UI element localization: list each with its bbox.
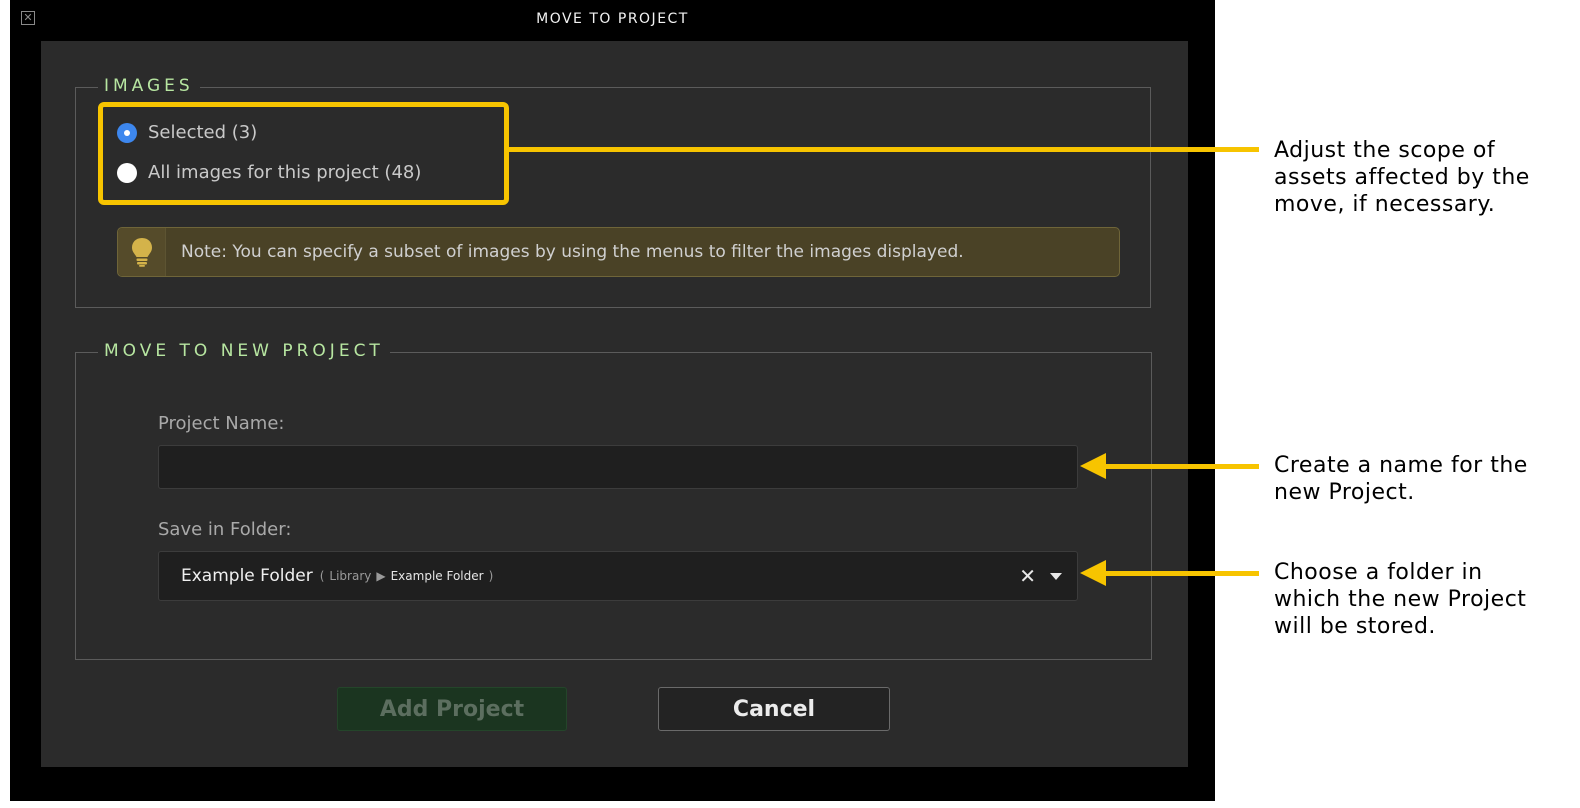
folder-path-root: Library	[329, 569, 372, 583]
new-project-legend: MOVE TO NEW PROJECT	[98, 337, 390, 365]
annotation-line: Create a name for the	[1274, 453, 1528, 478]
scope-highlight-box	[98, 102, 509, 205]
annotation-line: Adjust the scope of	[1274, 138, 1496, 163]
project-name-label: Project Name:	[158, 413, 285, 434]
dialog-title: MOVE TO PROJECT	[536, 11, 689, 27]
save-in-folder-label: Save in Folder:	[158, 519, 292, 540]
name-annotation: Create a name for the new Project.	[1274, 452, 1528, 506]
folder-callout-arrowhead	[1080, 560, 1106, 586]
cancel-button[interactable]: Cancel	[658, 687, 890, 731]
folder-path: ( Library ▶ Example Folder )	[320, 569, 494, 583]
name-callout-line	[1102, 464, 1259, 469]
name-callout-arrowhead	[1080, 453, 1106, 479]
annotation-line: Choose a folder in	[1274, 560, 1483, 585]
note-banner: Note: You can specify a subset of images…	[117, 227, 1120, 277]
folder-select-value: Example Folder	[181, 566, 313, 586]
project-name-input[interactable]	[158, 445, 1078, 489]
folder-path-leaf: Example Folder	[390, 569, 484, 583]
note-text: Note: You can specify a subset of images…	[181, 242, 964, 262]
folder-path-open: (	[319, 569, 325, 583]
annotation-line: new Project.	[1274, 480, 1415, 505]
folder-callout-line	[1102, 571, 1259, 576]
path-separator-icon: ▶	[376, 569, 386, 583]
lightbulb-icon	[118, 228, 166, 276]
folder-select[interactable]: Example Folder ( Library ▶ Example Folde…	[158, 551, 1078, 601]
add-project-button[interactable]: Add Project	[337, 687, 567, 731]
annotation-line: assets affected by the	[1274, 165, 1530, 190]
clear-icon[interactable]: ✕	[1019, 566, 1036, 586]
scope-annotation: Adjust the scope of assets affected by t…	[1274, 137, 1530, 218]
chevron-down-icon[interactable]	[1050, 573, 1062, 580]
folder-path-close: )	[488, 569, 494, 583]
scope-callout-line	[508, 147, 1259, 152]
folder-annotation: Choose a folder in which the new Project…	[1274, 559, 1526, 640]
images-legend: IMAGES	[98, 72, 200, 100]
annotation-line: move, if necessary.	[1274, 192, 1496, 217]
annotation-line: will be stored.	[1274, 614, 1436, 639]
move-to-new-project-group: MOVE TO NEW PROJECT Project Name: Save i…	[75, 337, 1152, 660]
annotation-line: which the new Project	[1274, 587, 1527, 612]
